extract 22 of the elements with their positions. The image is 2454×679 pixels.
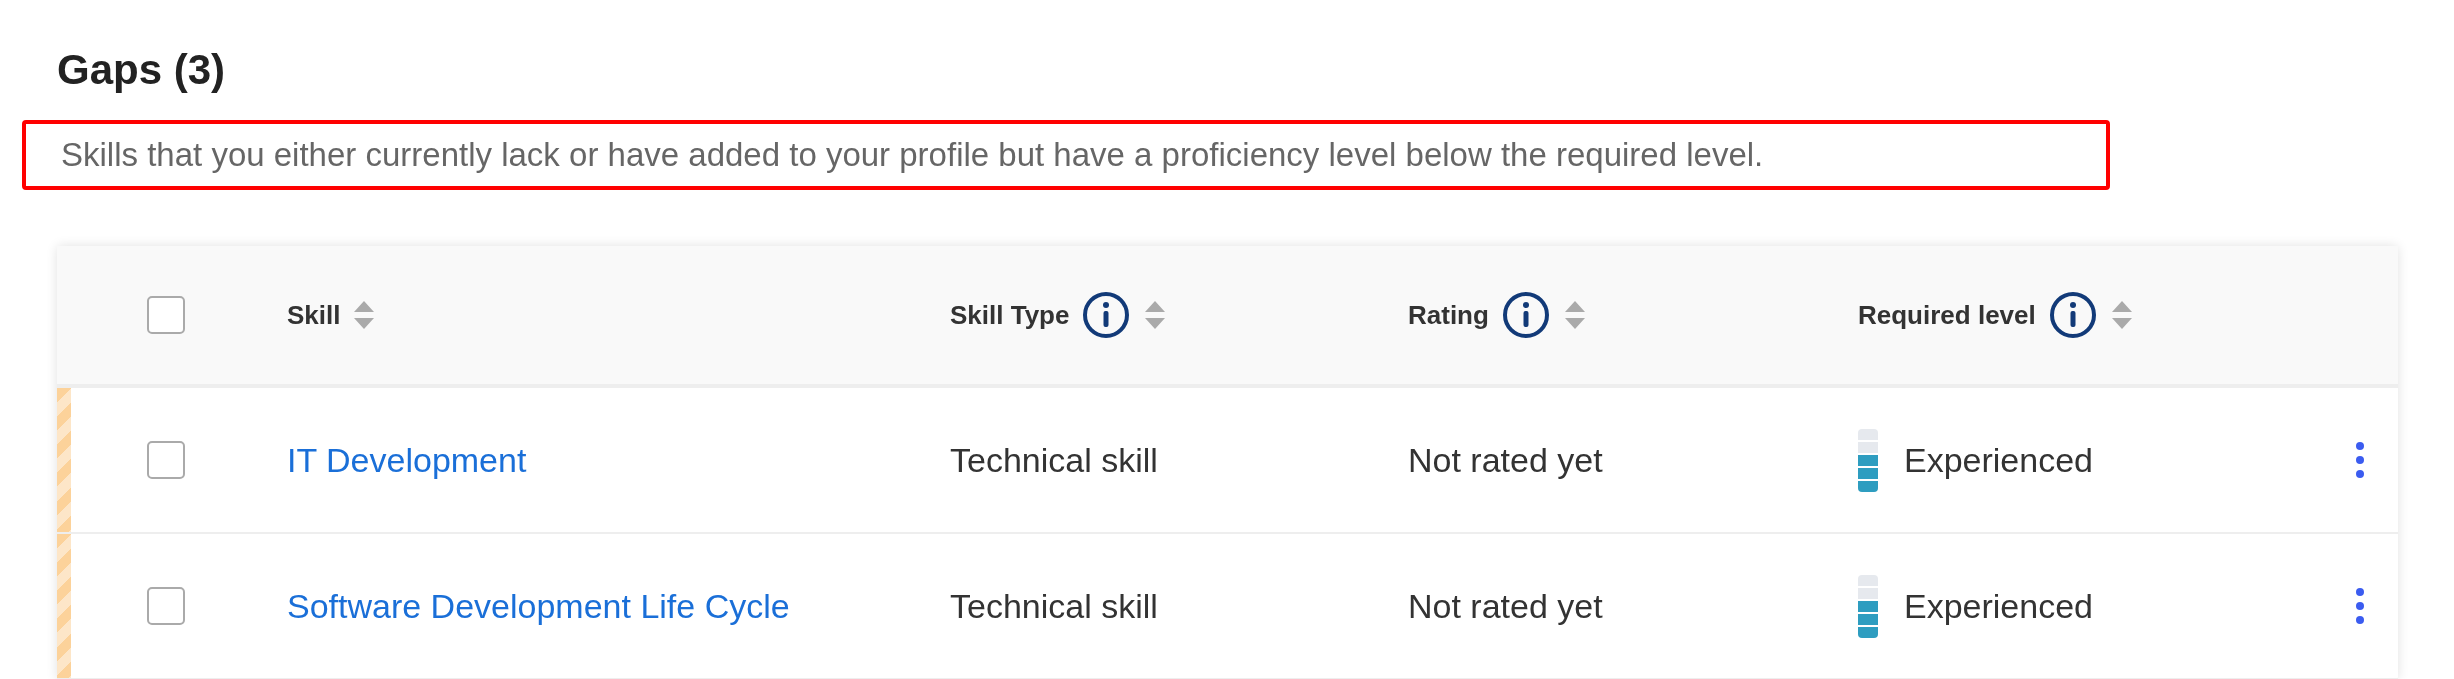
- column-header: Skill: [287, 298, 341, 332]
- column-header: Rating: [1408, 298, 1489, 332]
- checkbox[interactable]: [147, 587, 185, 625]
- skill-link[interactable]: IT Development: [287, 440, 527, 479]
- skill-type-text: Technical skill: [950, 586, 1158, 625]
- info-icon[interactable]: [1081, 290, 1132, 340]
- column-header: Skill Type: [950, 298, 1070, 332]
- more-icon[interactable]: [2354, 586, 2366, 626]
- column-header: Required level: [1858, 298, 2036, 332]
- rating-text: Not rated yet: [1408, 440, 1603, 479]
- section-title: Gaps (3): [57, 46, 227, 94]
- description-text: Skills that you either currently lack or have added to your profile but have a proficiency level below the required level.: [61, 135, 1764, 176]
- level-text: Experienced: [1904, 585, 2093, 627]
- checkbox[interactable]: [147, 441, 185, 479]
- info-icon[interactable]: [2047, 290, 2098, 340]
- skill-type-text: Technical skill: [950, 440, 1158, 479]
- skill-link[interactable]: Software Development Life Cycle: [287, 586, 790, 625]
- level-text: Experienced: [1904, 439, 2093, 481]
- checkbox[interactable]: [147, 296, 185, 334]
- rating-text: Not rated yet: [1408, 586, 1603, 625]
- info-icon[interactable]: [1500, 290, 1551, 340]
- more-icon[interactable]: [2354, 440, 2366, 480]
